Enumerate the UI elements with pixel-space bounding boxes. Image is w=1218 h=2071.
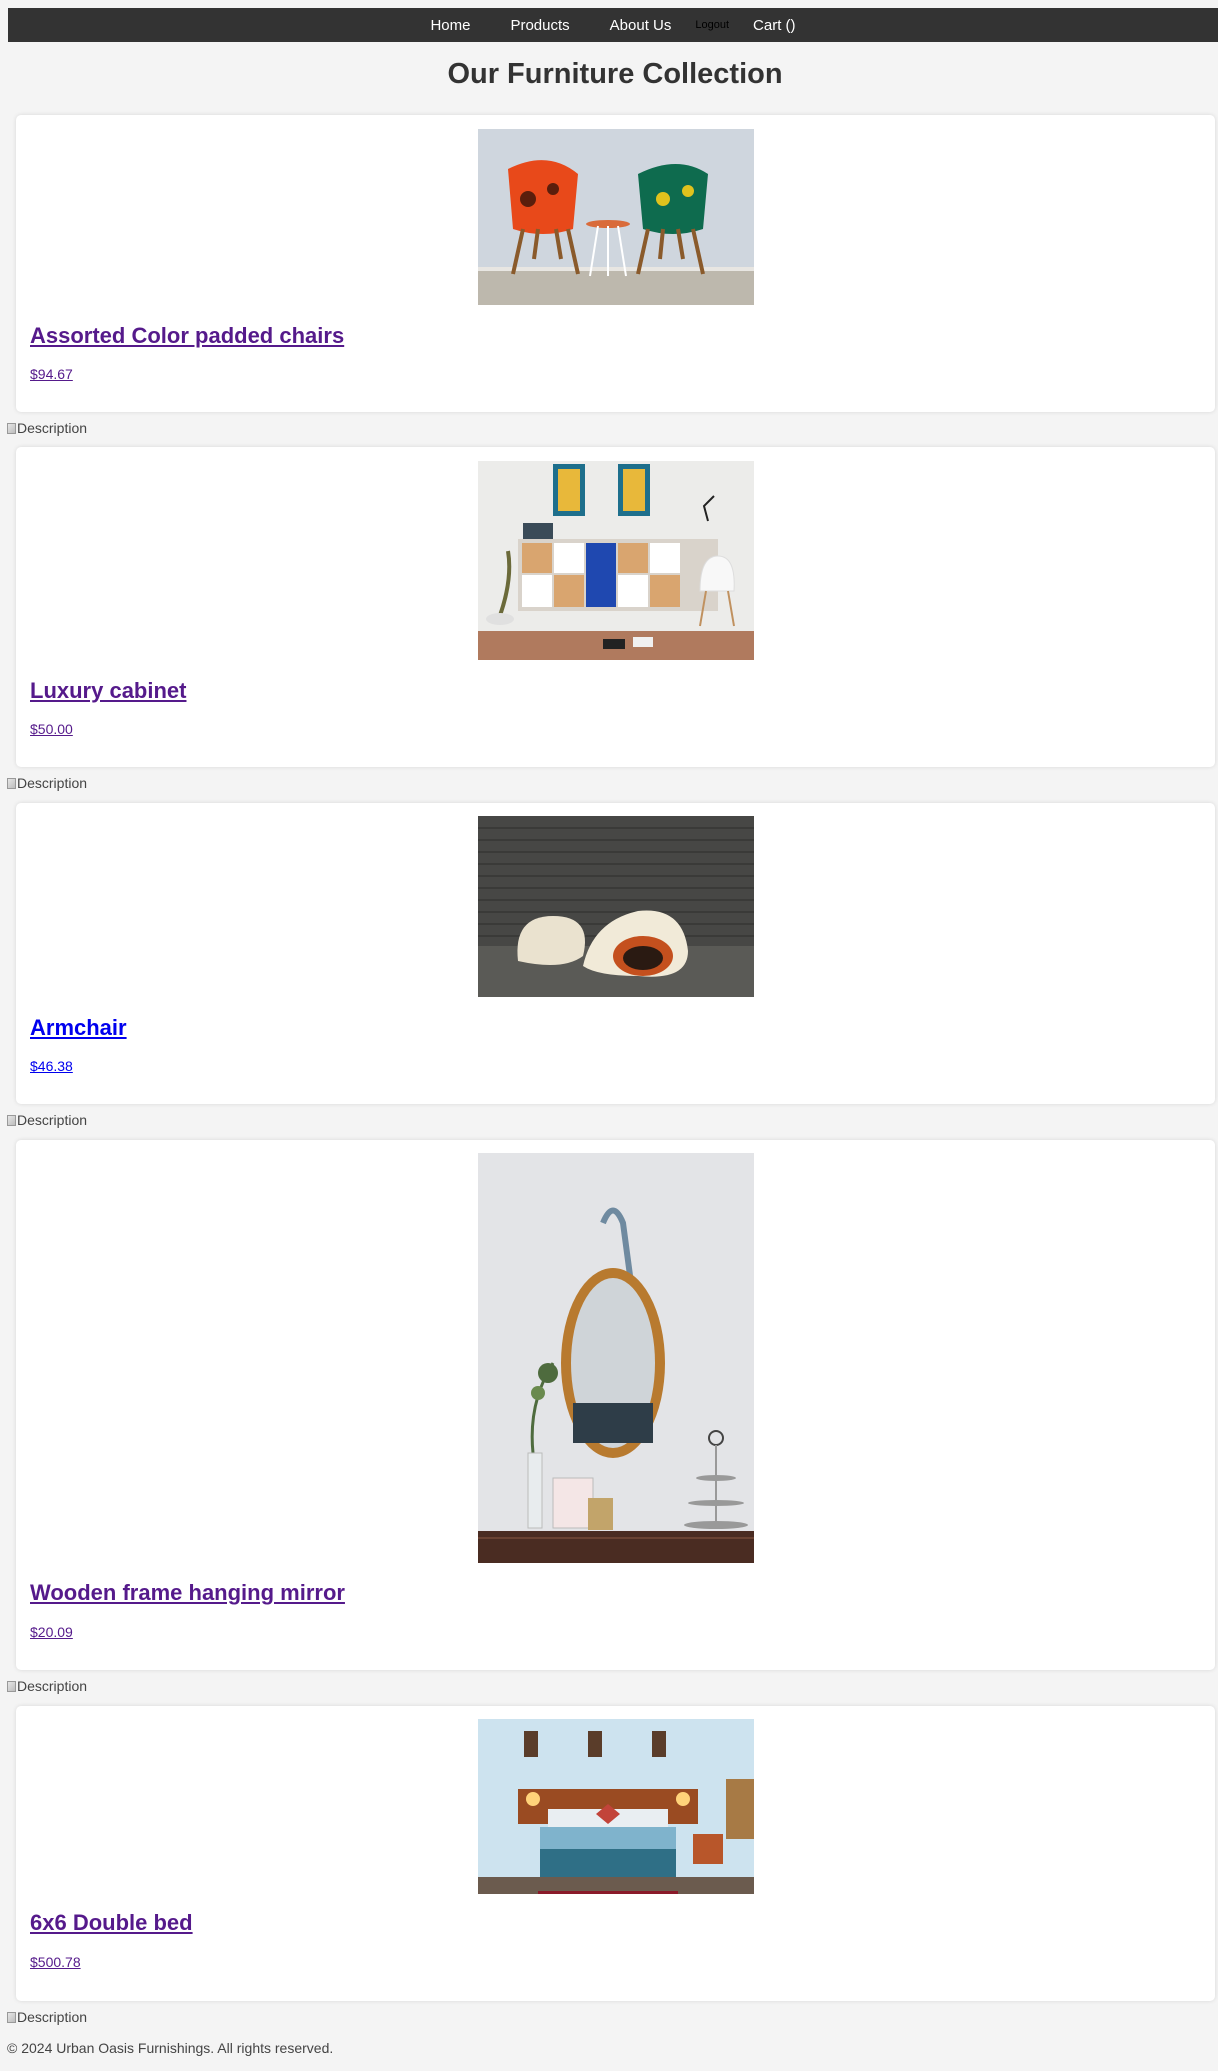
broken-image-alt: Description: [17, 2009, 88, 2025]
product-title-link[interactable]: Armchair: [30, 1015, 127, 1041]
logout-button[interactable]: Logout: [695, 19, 729, 31]
product-image[interactable]: [478, 816, 754, 997]
broken-image-icon: [7, 2011, 16, 2023]
page-title: Our Furniture Collection: [447, 58, 783, 90]
broken-image-alt: Description: [17, 775, 88, 791]
broken-image: Description: [7, 2009, 87, 2025]
product-image[interactable]: [478, 1719, 754, 1894]
broken-image-icon: [7, 422, 16, 434]
product-title-link[interactable]: 6x6 Double bed: [30, 1910, 193, 1936]
broken-image-alt: Description: [17, 420, 88, 436]
product-image[interactable]: [478, 1153, 754, 1563]
product-price-link[interactable]: $500.78: [30, 1954, 81, 1970]
product-card: 6x6 Double bed $500.78: [16, 1706, 1215, 2001]
broken-image-alt: Description: [17, 1112, 88, 1128]
broken-image: Description: [7, 775, 87, 791]
nav-cart-link[interactable]: Cart (): [753, 17, 796, 34]
product-price-link[interactable]: $46.38: [30, 1058, 73, 1074]
product-price-link[interactable]: $50.00: [30, 721, 73, 737]
broken-image: Description: [7, 420, 87, 436]
broken-image-icon: [7, 777, 16, 789]
product-card: Luxury cabinet $50.00: [16, 447, 1215, 767]
product-price-link[interactable]: $20.09: [30, 1624, 73, 1640]
broken-image-alt: Description: [17, 1678, 88, 1694]
product-card: Armchair $46.38: [16, 803, 1215, 1104]
product-title-link[interactable]: Wooden frame hanging mirror: [30, 1580, 345, 1606]
nav-about-link[interactable]: About Us: [610, 17, 672, 34]
broken-image: Description: [7, 1112, 87, 1128]
top-nav: Home Products About Us Logout Cart (): [8, 8, 1218, 42]
nav-home-link[interactable]: Home: [430, 17, 470, 34]
broken-image-icon: [7, 1114, 16, 1126]
product-title-link[interactable]: Luxury cabinet: [30, 678, 186, 704]
product-title-link[interactable]: Assorted Color padded chairs: [30, 323, 344, 349]
footer-copyright: © 2024 Urban Oasis Furnishings. All righ…: [7, 2040, 334, 2056]
product-image[interactable]: [478, 461, 754, 660]
broken-image-icon: [7, 1680, 16, 1692]
product-image[interactable]: [478, 129, 754, 305]
product-card: Assorted Color padded chairs $94.67: [16, 115, 1215, 412]
broken-image: Description: [7, 1678, 87, 1694]
product-price-link[interactable]: $94.67: [30, 366, 73, 382]
product-card: Wooden frame hanging mirror $20.09: [16, 1140, 1215, 1670]
nav-products-link[interactable]: Products: [510, 17, 569, 34]
